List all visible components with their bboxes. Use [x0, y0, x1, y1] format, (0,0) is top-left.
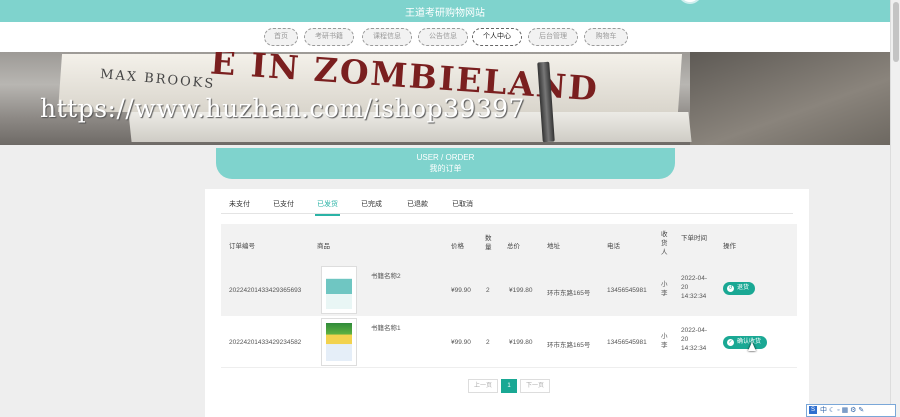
orders-table: 订单编号 商品 价格 数量 总价 地址 电话 收货人 下单时间 操作 20224…: [221, 224, 797, 374]
col-action: 操作: [723, 243, 736, 250]
return-button[interactable]: ↺ 退货: [723, 282, 756, 295]
pagination-page-1[interactable]: 1: [501, 379, 517, 393]
phone-value: 13456545981: [607, 287, 647, 294]
product-name[interactable]: 书籍名称1: [371, 322, 401, 332]
price-value: ¥99.90: [451, 339, 471, 346]
product-name[interactable]: 书籍名称2: [371, 270, 401, 280]
scrollbar-thumb[interactable]: [893, 2, 899, 62]
nav-item-personal-center[interactable]: 个人中心: [472, 28, 522, 46]
order-number: 20224201433429234582: [229, 339, 302, 346]
phone-value: 13456545981: [607, 339, 647, 346]
nav-item-admin[interactable]: 后台管理: [528, 28, 578, 46]
total-value: ¥199.80: [509, 339, 533, 346]
col-receiver: 收货人: [661, 231, 668, 256]
product-thumbnail[interactable]: [321, 318, 357, 366]
tab-completed[interactable]: 已完成: [359, 199, 384, 214]
nav-item-announcements[interactable]: 公告信息: [418, 28, 468, 46]
confirm-receipt-button[interactable]: ✓ 确认收货: [723, 336, 768, 349]
orders-panel: 未支付 已支付 已发货 已完成 已退款 已取消 订单编号 商品 价格 数量 总价…: [205, 189, 809, 417]
section-title-en: USER / ORDER: [416, 153, 475, 162]
main-nav: 首页 考研书籍 课程信息 公告信息 个人中心 后台管理 购物车: [0, 22, 890, 52]
section-header: USER / ORDER 我的订单: [216, 148, 675, 179]
tab-unpaid[interactable]: 未支付: [227, 199, 252, 214]
book-cover-image: [326, 323, 352, 361]
nav-item-home[interactable]: 首页: [264, 28, 298, 46]
ime-toolbar[interactable]: S中 ☾ ◦ ▦ ⚙ ✎: [806, 404, 896, 417]
ime-language-label[interactable]: 中: [820, 407, 827, 414]
return-button-label: 退货: [737, 285, 750, 291]
col-product: 商品: [317, 243, 330, 250]
table-row: 20224201433429234582 书籍名称1 ¥99.90 2 ¥199…: [221, 316, 797, 368]
tab-cancelled[interactable]: 已取消: [450, 199, 475, 214]
product-thumbnail[interactable]: [321, 266, 357, 314]
banner-background: [690, 52, 890, 145]
pagination-prev[interactable]: 上一页: [468, 379, 498, 393]
site-title: 王道考研购物网站: [405, 8, 485, 19]
address-value: 环市东路165号: [547, 342, 591, 349]
ime-logo-icon: S: [809, 406, 817, 415]
receiver-value: 小李: [661, 333, 668, 349]
qty-value: 2: [486, 287, 490, 294]
pagination-next[interactable]: 下一页: [520, 379, 550, 393]
order-time: 2022-04-20 14:32:34: [681, 327, 708, 352]
receiver-value: 小李: [661, 281, 668, 297]
address-value: 环市东路165号: [547, 290, 591, 297]
col-qty: 数量: [485, 235, 492, 251]
nav-item-books[interactable]: 考研书籍: [304, 28, 354, 46]
tab-divider: [221, 213, 793, 214]
qty-value: 2: [486, 339, 490, 346]
col-total: 总价: [507, 243, 520, 250]
hero-banner: MAX BROOKS E IN ZOMBIELAND https://www.h…: [0, 52, 890, 145]
page-scrollbar[interactable]: [890, 0, 900, 417]
col-address: 地址: [547, 243, 560, 250]
table-row: 20224201433429365693 书籍名称2 ¥99.90 2 ¥199…: [221, 264, 797, 316]
tab-refunded[interactable]: 已退款: [405, 199, 430, 214]
section-title-zh: 我的订单: [429, 164, 462, 173]
return-icon: ↺: [727, 285, 734, 292]
col-price: 价格: [451, 243, 464, 250]
ime-moon-icon[interactable]: ☾ ◦ ▦ ⚙ ✎: [829, 407, 864, 414]
mouse-cursor: [748, 342, 756, 351]
book-cover-image: [326, 271, 352, 309]
col-phone: 电话: [607, 243, 620, 250]
order-number: 20224201433429365693: [229, 287, 302, 294]
tab-paid[interactable]: 已支付: [271, 199, 296, 214]
check-icon: ✓: [727, 339, 734, 346]
order-time: 2022-04-20 14:32:34: [681, 275, 708, 300]
top-header: 王道考研购物网站: [0, 0, 890, 22]
table-header: 订单编号 商品 价格 数量 总价 地址 电话 收货人 下单时间 操作: [221, 224, 797, 264]
price-value: ¥99.90: [451, 287, 471, 294]
url-watermark: https://www.huzhan.com/ishop39397: [40, 94, 526, 123]
total-value: ¥199.80: [509, 287, 533, 294]
col-time: 下单时间: [681, 235, 707, 242]
nav-item-cart[interactable]: 购物车: [584, 28, 628, 46]
nav-item-courses[interactable]: 课程信息: [362, 28, 412, 46]
col-order-no: 订单编号: [229, 243, 255, 250]
